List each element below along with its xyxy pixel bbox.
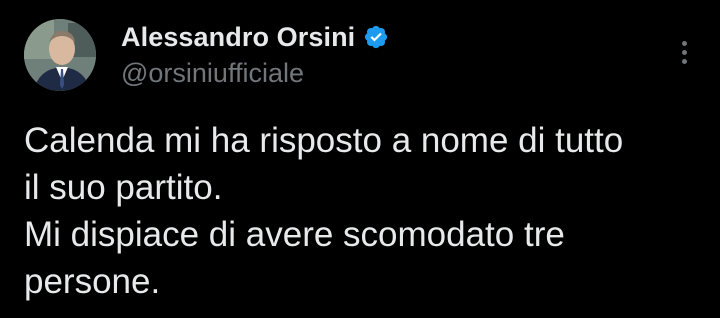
tweet-header: Alessandro Orsini @orsiniufficiale bbox=[121, 18, 389, 89]
avatar[interactable] bbox=[24, 19, 96, 91]
dot bbox=[681, 58, 687, 64]
tweet-text-line: persone. bbox=[24, 262, 161, 301]
dot bbox=[681, 40, 687, 46]
name-row: Alessandro Orsini bbox=[121, 18, 389, 56]
tweet-text-line: Mi dispiace di avere scomodato tre bbox=[24, 215, 565, 254]
author-handle[interactable]: @orsiniufficiale bbox=[121, 58, 389, 89]
author-display-name[interactable]: Alessandro Orsini bbox=[121, 22, 355, 53]
more-options-icon[interactable] bbox=[672, 36, 696, 68]
dot bbox=[681, 49, 687, 55]
tweet-text-line: il suo partito. bbox=[24, 168, 223, 207]
profile-photo bbox=[24, 19, 96, 91]
verified-badge-icon bbox=[363, 24, 389, 50]
tweet-text: Calenda mi ha risposto a nome di tutto i… bbox=[24, 117, 704, 305]
tweet-card: Alessandro Orsini @orsiniufficiale Calen… bbox=[0, 0, 720, 318]
tweet-text-line: Calenda mi ha risposto a nome di tutto bbox=[24, 121, 624, 160]
